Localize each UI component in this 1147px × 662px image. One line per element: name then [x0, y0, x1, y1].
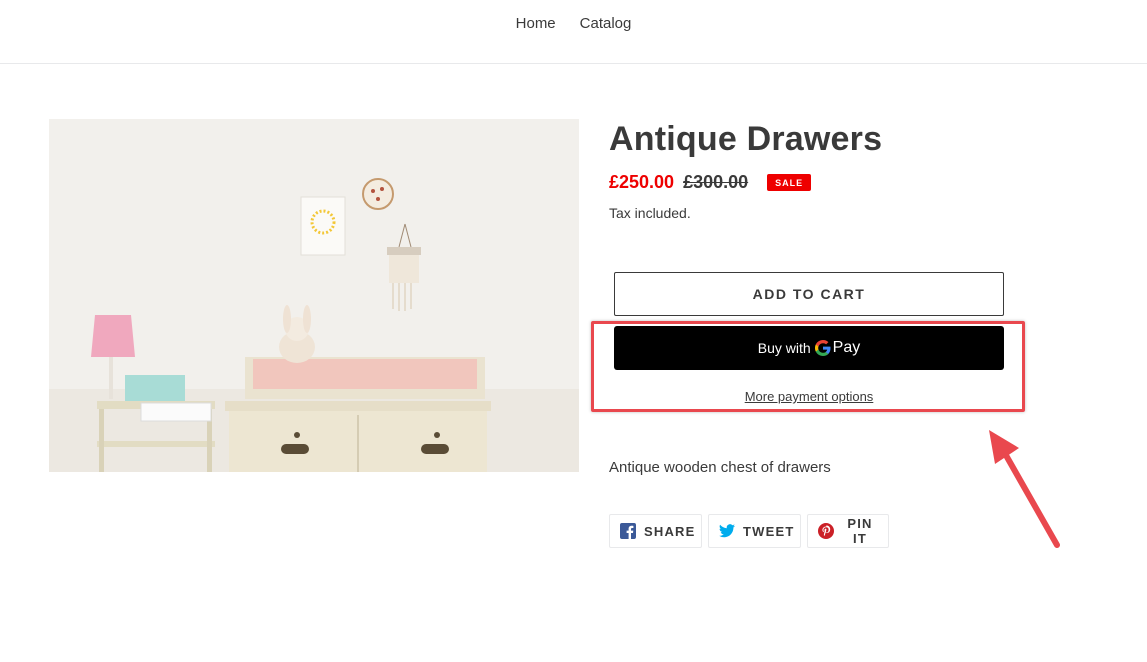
annotation-arrow-icon	[989, 430, 1060, 548]
gpay-pay-label: Pay	[832, 339, 861, 356]
share-twitter-button[interactable]: TWEET	[708, 514, 801, 548]
share-pinterest-label: PIN IT	[847, 516, 873, 546]
share-facebook-label: SHARE	[644, 523, 696, 539]
nav-catalog-link[interactable]: Catalog	[580, 15, 632, 33]
social-share: SHARE TWEET PIN IT	[609, 514, 889, 548]
twitter-icon	[719, 524, 735, 538]
main-nav: Home Catalog	[0, 15, 1147, 33]
nav-home-link[interactable]: Home	[516, 15, 556, 33]
share-pinterest-button[interactable]: PIN IT	[807, 514, 889, 548]
facebook-icon	[620, 523, 636, 539]
google-g-icon	[814, 340, 831, 356]
site-header: Home Catalog	[0, 0, 1147, 64]
tax-note: Tax included.	[609, 205, 691, 221]
google-pay-button[interactable]: Buy with Pay	[614, 326, 1004, 370]
more-payment-options-link[interactable]: More payment options	[614, 389, 1004, 404]
price-row: £250.00 £300.00 SALE	[609, 172, 812, 193]
gpay-buy-label: Buy with	[757, 340, 811, 356]
sale-badge: SALE	[767, 174, 812, 191]
share-facebook-button[interactable]: SHARE	[609, 514, 702, 548]
compare-at-price: £300.00	[683, 172, 749, 192]
product-image[interactable]	[49, 119, 579, 472]
product-title: Antique Drawers	[609, 120, 883, 158]
add-to-cart-button[interactable]: ADD TO CART	[614, 272, 1004, 316]
pinterest-icon	[818, 523, 834, 539]
sale-price: £250.00	[609, 172, 675, 192]
product-description: Antique wooden chest of drawers	[609, 459, 831, 476]
share-twitter-label: TWEET	[743, 523, 795, 539]
product-photo	[49, 119, 579, 472]
